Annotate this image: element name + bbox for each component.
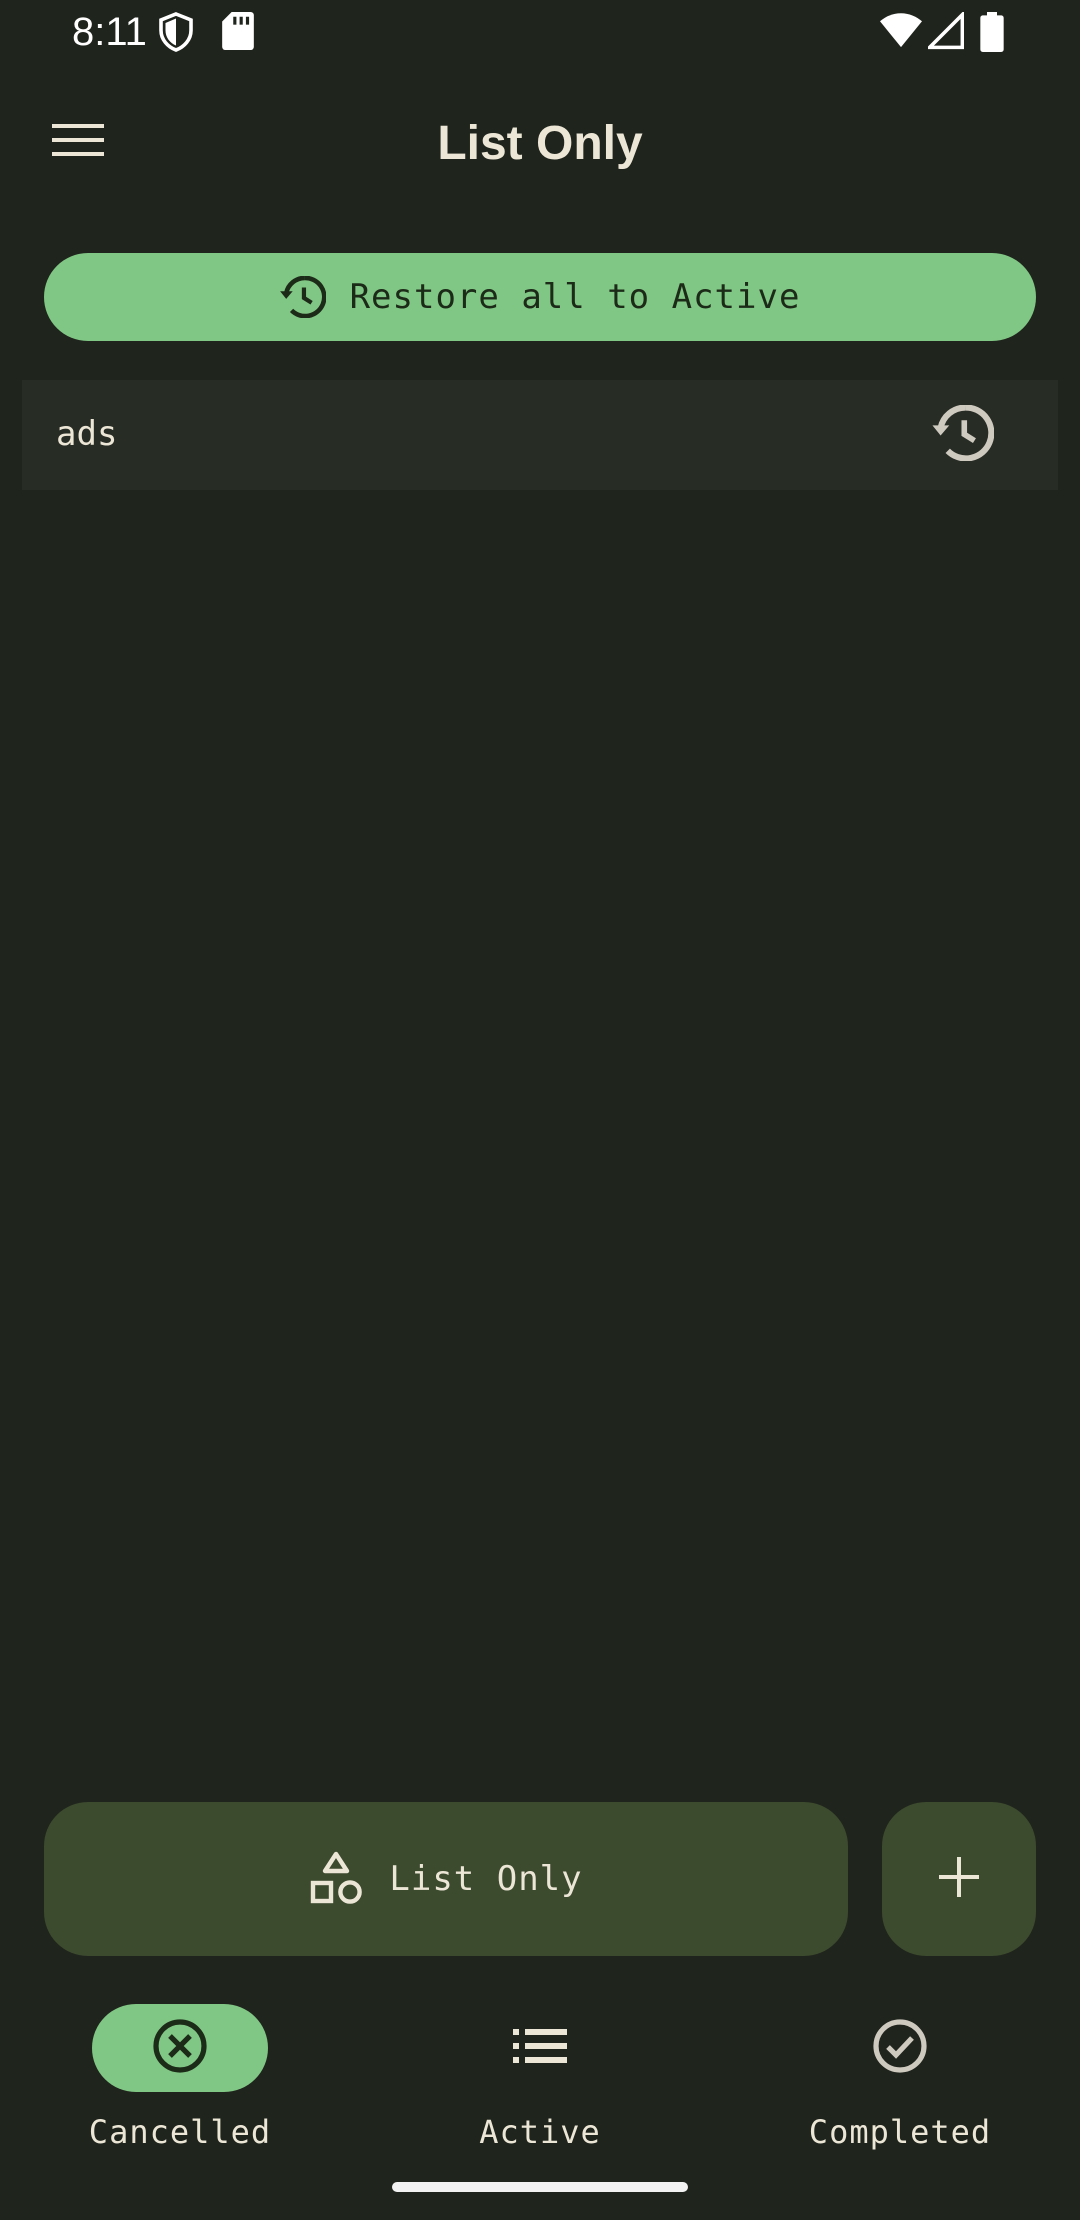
history-icon bbox=[932, 404, 995, 465]
shield-icon bbox=[158, 12, 194, 56]
nav-label-active: Active bbox=[479, 2113, 601, 2151]
nav-pill-active[interactable] bbox=[452, 2004, 628, 2092]
item-list: ads bbox=[22, 380, 1058, 490]
bottom-navigation: Cancelled Active Completed bbox=[0, 1990, 1080, 2170]
wifi-icon bbox=[880, 12, 922, 54]
nav-item-cancelled[interactable]: Cancelled bbox=[30, 1990, 330, 2151]
app-bar: List Only bbox=[0, 80, 1080, 204]
nav-pill-cancelled[interactable] bbox=[92, 2004, 268, 2092]
nav-label-cancelled: Cancelled bbox=[88, 2113, 272, 2151]
battery-icon bbox=[980, 12, 1004, 56]
history-icon bbox=[279, 276, 326, 318]
status-time: 8:11 bbox=[72, 10, 147, 54]
check-circle-icon bbox=[872, 2018, 928, 2078]
gesture-handle[interactable] bbox=[392, 2182, 688, 2192]
plus-icon bbox=[937, 1855, 981, 1903]
list-item-text: ads bbox=[56, 414, 118, 454]
restore-all-label: Restore all to Active bbox=[349, 277, 801, 317]
nav-pill-completed[interactable] bbox=[812, 2004, 988, 2092]
list-selector-button[interactable]: List Only bbox=[44, 1802, 848, 1956]
nav-item-completed[interactable]: Completed bbox=[750, 1990, 1050, 2151]
cancel-circle-icon bbox=[152, 2018, 208, 2078]
list-selector-label: List Only bbox=[389, 1859, 583, 1899]
add-button[interactable] bbox=[882, 1802, 1036, 1956]
shapes-icon bbox=[309, 1851, 363, 1907]
screen: 8:11 List Only Restore all to Active ads… bbox=[0, 0, 1080, 2220]
nav-label-completed: Completed bbox=[808, 2113, 992, 2151]
page-title: List Only bbox=[437, 117, 643, 170]
status-bar: 8:11 bbox=[0, 0, 1080, 64]
nav-item-active[interactable]: Active bbox=[390, 1990, 690, 2151]
list-item[interactable]: ads bbox=[22, 380, 1058, 490]
cellular-signal-icon bbox=[925, 10, 965, 54]
restore-item-button[interactable] bbox=[932, 404, 995, 465]
sd-card-icon bbox=[222, 12, 254, 54]
restore-all-button[interactable]: Restore all to Active bbox=[44, 253, 1036, 341]
list-icon bbox=[513, 2029, 567, 2067]
